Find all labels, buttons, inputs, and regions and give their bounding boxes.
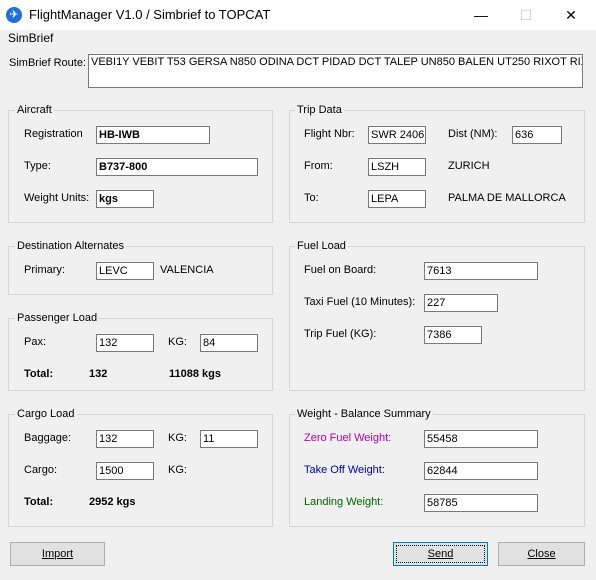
weight-units-label: Weight Units:: [24, 192, 90, 204]
trip-fuel-field[interactable]: 7386: [424, 326, 482, 344]
trip-data-group-title: Trip Data: [295, 103, 344, 117]
menu-bar: SimBrief: [0, 30, 596, 46]
landing-weight-field[interactable]: 58785: [424, 494, 538, 512]
cargo-load-group-title: Cargo Load: [15, 407, 77, 421]
pax-label: Pax:: [24, 336, 47, 348]
from-label: From:: [304, 160, 333, 172]
passenger-total-pax: 132: [89, 368, 108, 380]
primary-alternate-label: Primary:: [24, 264, 65, 276]
landing-weight-label: Landing Weight:: [304, 496, 384, 508]
send-button[interactable]: Send: [393, 542, 488, 566]
close-window-button[interactable]: ✕: [548, 0, 594, 30]
pax-kg-field[interactable]: 84: [200, 334, 258, 352]
passenger-load-group-title: Passenger Load: [15, 311, 100, 325]
window-title: FlightManager V1.0 / Simbrief to TOPCAT: [29, 7, 271, 22]
cargo-field[interactable]: 1500: [96, 462, 154, 480]
taxi-fuel-label: Taxi Fuel (10 Minutes):: [304, 296, 416, 308]
to-label: To:: [304, 192, 319, 204]
airplane-icon: ✈: [6, 7, 22, 23]
cargo-total-weight: 2952 kgs: [89, 496, 136, 508]
from-airport-name: ZURICH: [448, 160, 490, 172]
route-field[interactable]: VEBI1Y VEBIT T53 GERSA N850 ODINA DCT PI…: [88, 54, 583, 88]
weight-units-field[interactable]: kgs: [96, 190, 154, 208]
alternates-group-title: Destination Alternates: [15, 239, 127, 253]
route-label: SimBrief Route:: [9, 57, 87, 69]
flight-number-label: Flight Nbr:: [304, 128, 355, 140]
from-field[interactable]: LSZH: [368, 158, 426, 176]
zero-fuel-weight-field[interactable]: 55458: [424, 430, 538, 448]
close-button[interactable]: Close: [498, 542, 585, 566]
flight-number-field[interactable]: SWR 2406: [368, 126, 426, 144]
take-off-weight-field[interactable]: 62844: [424, 462, 538, 480]
baggage-kg-label: KG:: [168, 432, 187, 444]
passenger-total-weight: 11088 kgs: [169, 368, 221, 380]
to-airport-name: PALMA DE MALLORCA: [448, 192, 566, 204]
to-field[interactable]: LEPA: [368, 190, 426, 208]
maximize-button[interactable]: ☐: [503, 0, 549, 30]
main-form: SimBrief Route: VEBI1Y VEBIT T53 GERSA N…: [0, 46, 596, 580]
menu-simbrief[interactable]: SimBrief: [8, 30, 53, 46]
baggage-kg-field[interactable]: 11: [200, 430, 258, 448]
primary-alternate-name: VALENCIA: [160, 264, 214, 276]
weight-balance-group-title: Weight - Balance Summary: [295, 407, 433, 421]
send-button-label: Send: [427, 548, 454, 560]
import-button-label: Import: [41, 548, 74, 560]
take-off-weight-label: Take Off Weight:: [304, 464, 385, 476]
distance-label: Dist (NM):: [448, 128, 498, 140]
import-button[interactable]: Import: [10, 542, 105, 566]
registration-field[interactable]: HB-IWB: [96, 126, 210, 144]
type-label: Type:: [24, 160, 51, 172]
close-button-label: Close: [527, 548, 556, 560]
cargo-total-label: Total:: [24, 496, 54, 508]
baggage-field[interactable]: 132: [96, 430, 154, 448]
pax-kg-label: KG:: [168, 336, 187, 348]
trip-fuel-label: Trip Fuel (KG):: [304, 328, 377, 340]
fuel-load-group-title: Fuel Load: [295, 239, 348, 253]
type-field[interactable]: B737-800: [96, 158, 258, 176]
passenger-total-label: Total:: [24, 368, 54, 380]
fuel-on-board-label: Fuel on Board:: [304, 264, 377, 276]
distance-field[interactable]: 636: [512, 126, 562, 144]
fuel-on-board-field[interactable]: 7613: [424, 262, 538, 280]
title-bar: ✈ FlightManager V1.0 / Simbrief to TOPCA…: [0, 0, 596, 30]
cargo-label: Cargo:: [24, 464, 58, 476]
registration-label: Registration: [24, 128, 83, 140]
aircraft-group-title: Aircraft: [15, 103, 54, 117]
cargo-kg-label: KG:: [168, 464, 187, 476]
zero-fuel-weight-label: Zero Fuel Weight:: [304, 432, 392, 444]
primary-alternate-field[interactable]: LEVC: [96, 262, 154, 280]
pax-field[interactable]: 132: [96, 334, 154, 352]
baggage-label: Baggage:: [24, 432, 72, 444]
taxi-fuel-field[interactable]: 227: [424, 294, 498, 312]
minimize-button[interactable]: —: [458, 0, 504, 30]
